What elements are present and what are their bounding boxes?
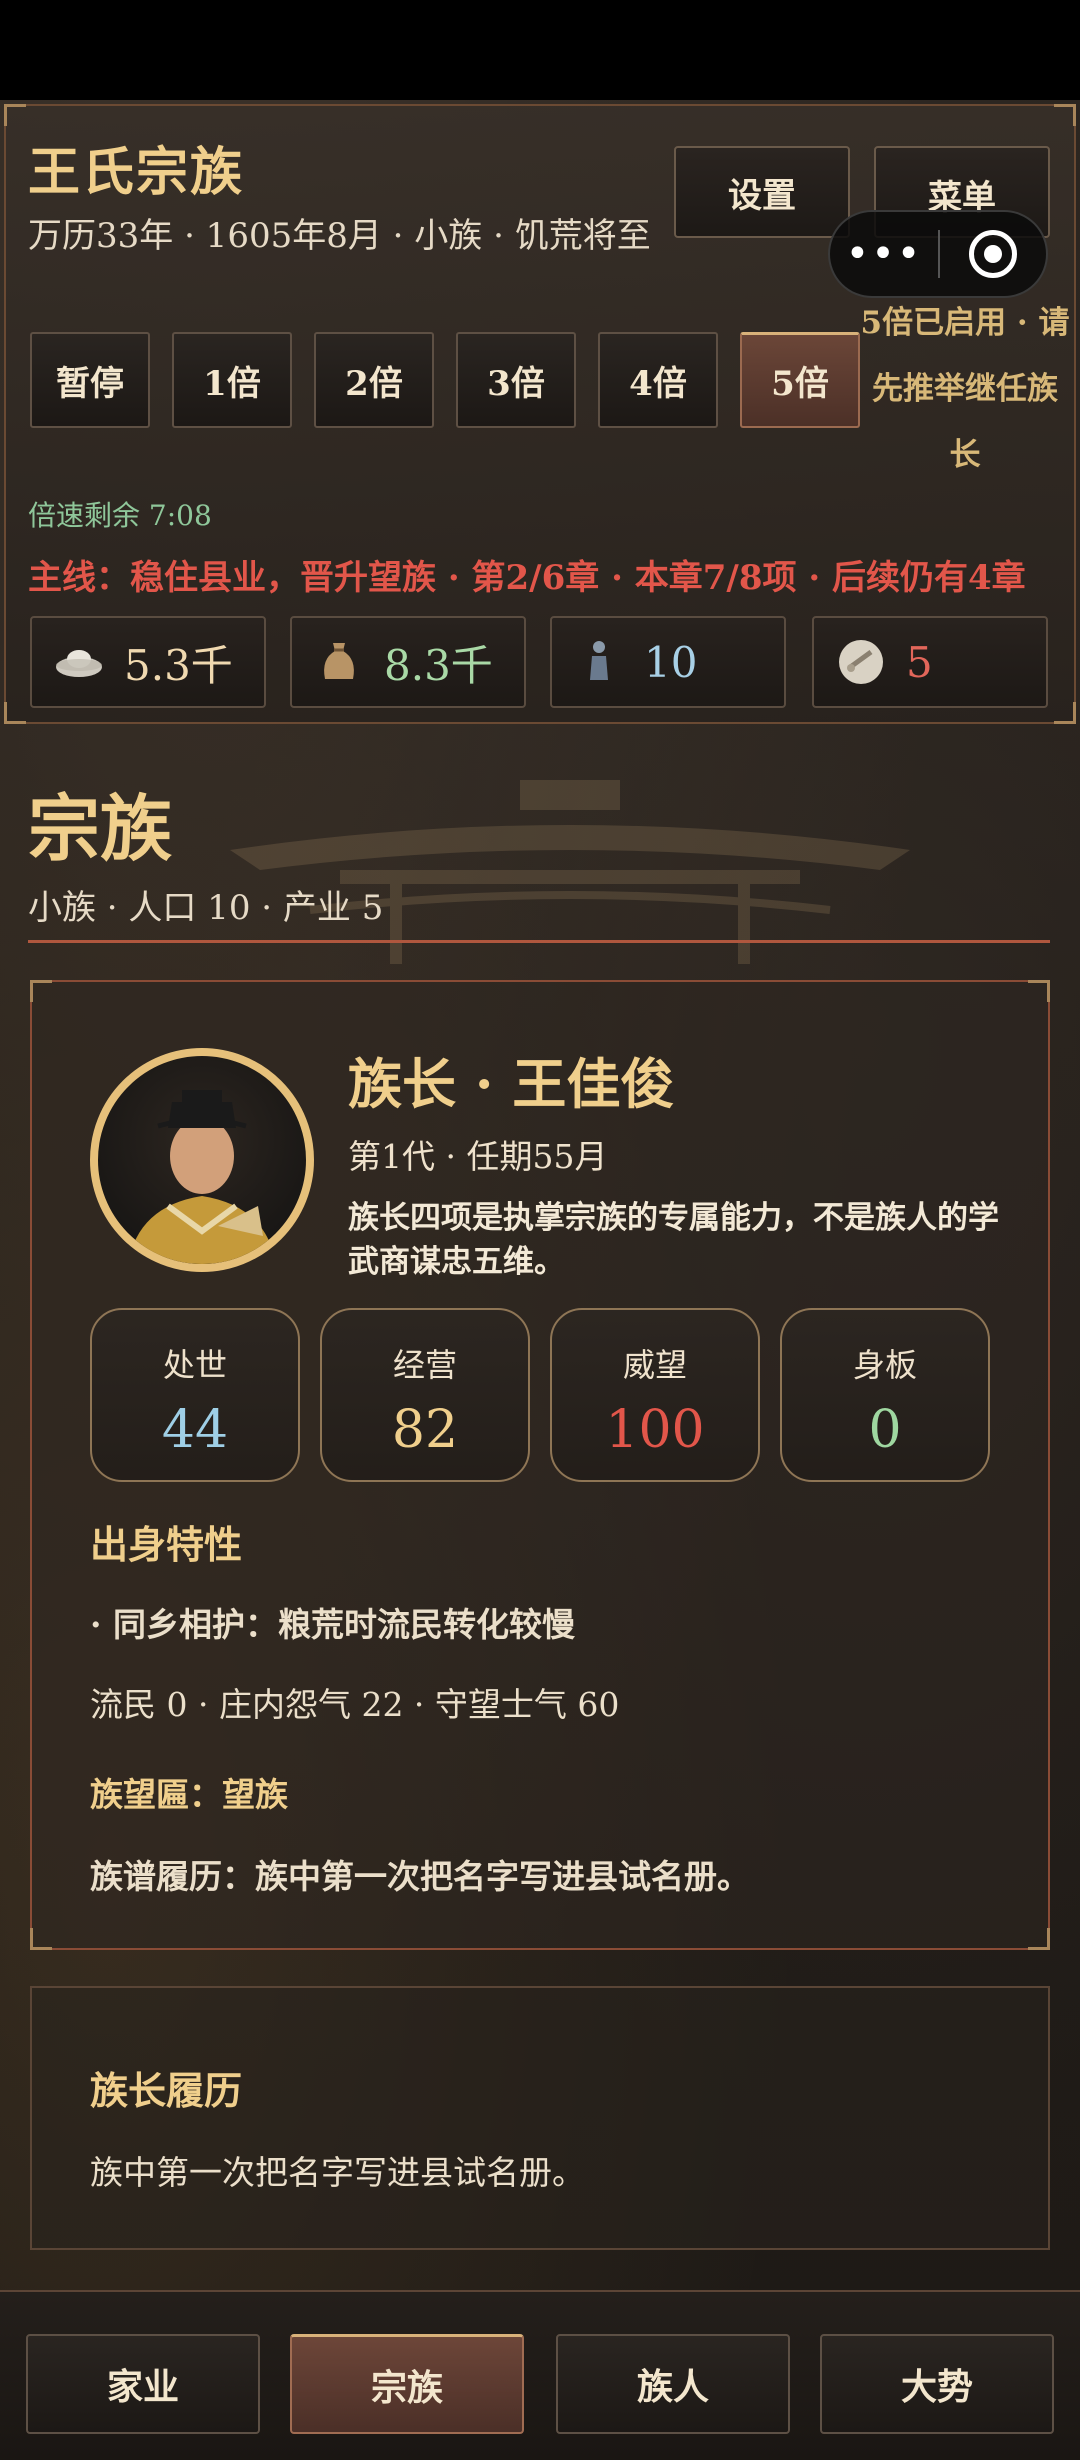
corner-ornament bbox=[30, 1928, 52, 1950]
status-bar bbox=[0, 0, 1080, 100]
grain-value: 8.3千 bbox=[384, 640, 493, 690]
stat-value: 82 bbox=[391, 1400, 459, 1460]
corner-ornament bbox=[1028, 980, 1050, 1002]
genealogy-line: 族谱履历：族中第一次把名字写进县试名册。 bbox=[90, 1857, 750, 1896]
chief-meta: 第1代 · 任期55月 bbox=[348, 1137, 608, 1176]
history-title: 族长履历 bbox=[90, 2068, 243, 2113]
status-line: 流民 0 · 庄内怨气 22 · 守望士气 60 bbox=[90, 1685, 620, 1724]
corner-ornament bbox=[1054, 702, 1076, 724]
traits-title: 出身特性 bbox=[90, 1522, 243, 1567]
tab-zongzu[interactable]: 宗族 bbox=[290, 2334, 524, 2434]
stat-label: 身板 bbox=[852, 1346, 917, 1384]
corner-ornament bbox=[1054, 104, 1076, 126]
silver-value: 5.3千 bbox=[124, 640, 233, 690]
close-mini-program-icon[interactable] bbox=[940, 230, 1046, 278]
grain-sack-icon bbox=[312, 635, 366, 689]
settings-button[interactable]: 设置 bbox=[674, 146, 850, 238]
stat-shenban[interactable]: 身板 0 bbox=[780, 1308, 990, 1482]
history-card bbox=[30, 1986, 1050, 2250]
stat-label: 经营 bbox=[392, 1346, 457, 1384]
chief-name: 族长 · 王佳俊 bbox=[348, 1052, 675, 1116]
plaque-line: 族望匾：望族 bbox=[90, 1775, 288, 1814]
clan-title: 王氏宗族 bbox=[28, 142, 245, 203]
roof-watermark-icon bbox=[230, 780, 910, 964]
stat-value: 100 bbox=[605, 1400, 705, 1460]
trait-line: · 同乡相护：粮荒时流民转化较慢 bbox=[90, 1605, 575, 1644]
clan-subtitle: 万历33年 · 1605年8月 · 小族 · 饥荒将至 bbox=[28, 216, 651, 256]
person-icon bbox=[572, 635, 626, 689]
stat-chushi[interactable]: 处世 44 bbox=[90, 1308, 300, 1482]
population-value: 10 bbox=[644, 637, 698, 687]
tab-zuren[interactable]: 族人 bbox=[556, 2334, 790, 2434]
chief-avatar[interactable] bbox=[90, 1048, 314, 1272]
stat-label: 威望 bbox=[622, 1346, 687, 1384]
speed-3x-button[interactable]: 3倍 bbox=[456, 332, 576, 428]
corner-ornament bbox=[4, 104, 26, 126]
speed-4x-button[interactable]: 4倍 bbox=[598, 332, 718, 428]
resource-silver[interactable]: 5.3千 bbox=[30, 616, 266, 708]
corner-ornament bbox=[1028, 1928, 1050, 1950]
tab-jiaye[interactable]: 家业 bbox=[26, 2334, 260, 2434]
stat-weiwang[interactable]: 威望 100 bbox=[550, 1308, 760, 1482]
history-text: 族中第一次把名字写进县试名册。 bbox=[90, 2153, 585, 2192]
corner-ornament bbox=[30, 980, 52, 1002]
stat-label: 处世 bbox=[162, 1346, 227, 1384]
stat-value: 44 bbox=[161, 1400, 229, 1460]
scroll-icon bbox=[834, 635, 888, 689]
section-title: 宗族 bbox=[28, 786, 173, 871]
speed-remaining: 倍速剩余 7:08 bbox=[28, 499, 212, 532]
speed-2x-button[interactable]: 2倍 bbox=[314, 332, 434, 428]
speed-pause-button[interactable]: 暂停 bbox=[30, 332, 150, 428]
section-subtitle: 小族 · 人口 10 · 产业 5 bbox=[28, 888, 384, 928]
corner-ornament bbox=[4, 702, 26, 724]
scroll-value: 5 bbox=[906, 637, 933, 687]
speed-1x-button[interactable]: 1倍 bbox=[172, 332, 292, 428]
more-options-icon[interactable]: ••• bbox=[830, 231, 938, 277]
speed-note: 5倍已启用 · 请先推举继任族长 bbox=[860, 305, 1070, 473]
stat-value: 0 bbox=[868, 1400, 902, 1460]
resource-grain[interactable]: 8.3千 bbox=[290, 616, 526, 708]
chief-description: 族长四项是执掌宗族的专属能力，不是族人的学武商谋忠五维。 bbox=[348, 1200, 999, 1280]
resource-population[interactable]: 10 bbox=[550, 616, 786, 708]
section-divider bbox=[28, 940, 1050, 943]
speed-5x-button[interactable]: 5倍 bbox=[740, 332, 860, 428]
resource-scroll[interactable]: 5 bbox=[812, 616, 1048, 708]
mini-program-capsule: ••• bbox=[828, 210, 1048, 298]
tab-dashi[interactable]: 大势 bbox=[820, 2334, 1054, 2434]
silver-ingot-icon bbox=[52, 635, 106, 689]
stat-jingying[interactable]: 经营 82 bbox=[320, 1308, 530, 1482]
mainline-quest[interactable]: 主线：稳住县业，晋升望族 · 第2/6章 · 本章7/8项 · 后续仍有4章 bbox=[28, 550, 1026, 599]
